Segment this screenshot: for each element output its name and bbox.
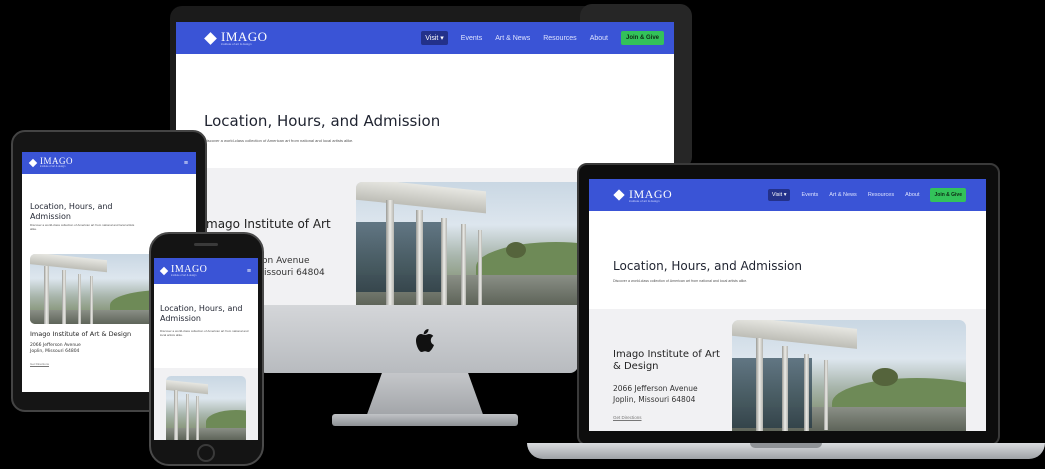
join-give-button[interactable]: Join & Give — [930, 188, 966, 202]
nav-art-news[interactable]: Art & News — [829, 192, 857, 198]
institute-name-line-1: Imago Institute of Art — [613, 349, 720, 360]
join-give-button[interactable]: Join & Give — [620, 31, 664, 45]
building-photo — [356, 182, 586, 305]
nav-about[interactable]: About — [590, 35, 608, 42]
page-desc: Discover a world-class collection of Ame… — [613, 279, 748, 283]
hamburger-icon[interactable]: ≡ — [184, 160, 188, 167]
nav-art-news[interactable]: Art & News — [495, 35, 530, 42]
page-title: Location, Hours, and Admission — [30, 202, 113, 221]
institute-name-line-2: & Design — [613, 361, 659, 372]
hamburger-icon[interactable]: ≡ — [247, 268, 251, 275]
apple-icon — [414, 328, 436, 354]
building-photo — [166, 376, 246, 440]
directions-link[interactable]: Get Directions — [30, 362, 49, 366]
tablet-logo[interactable]: IMAGO institute of art & design — [28, 157, 73, 169]
page-title: Location, Hours, and Admission — [613, 259, 802, 273]
laptop-screen: IMAGO institute of art & design Visit ▾ E… — [589, 179, 986, 431]
directions-link[interactable]: Get Directions — [613, 415, 642, 420]
nav-events[interactable]: Events — [461, 35, 482, 42]
imac-logo[interactable]: IMAGO institute of art & design — [204, 30, 268, 46]
nav-events[interactable]: Events — [801, 192, 818, 198]
nav-visit[interactable]: Visit ▾ — [767, 189, 791, 201]
address-line-1: on Avenue — [262, 256, 310, 266]
laptop-nav: IMAGO institute of art & design Visit ▾ E… — [589, 179, 986, 211]
nav-resources[interactable]: Resources — [543, 35, 576, 42]
page-title: Location, Hours, and Admission — [160, 304, 243, 323]
page-desc: Discover a world-class collection of Ame… — [204, 138, 354, 143]
nav-visit[interactable]: Visit ▾ — [421, 31, 448, 45]
institute-name: Imago Institute of Art & Design — [613, 349, 720, 373]
address-line-2: issouri 64804 — [264, 268, 325, 278]
building-photo — [732, 320, 966, 431]
tablet-nav: IMAGO institute of art & design ≡ — [22, 152, 196, 174]
address-line-2: Joplin, Missouri 64804 — [30, 349, 80, 354]
laptop-logo[interactable]: IMAGO institute of art & design — [613, 188, 672, 203]
page-title: Location, Hours, and Admission — [204, 112, 441, 130]
page-desc: Discover a world-class collection of Ame… — [30, 223, 135, 231]
institute-name: mago Institute of Art — [206, 217, 331, 231]
phone-speaker — [194, 243, 218, 246]
laptop-notch — [750, 443, 822, 448]
imac-nav: IMAGO institute of art & design Visit ▾ E… — [176, 22, 674, 54]
phone-screen: IMAGO institute of art & design ≡ Locatio… — [154, 258, 258, 440]
nav-resources[interactable]: Resources — [868, 192, 894, 198]
institute-name: Imago Institute of Art & Design — [30, 330, 132, 338]
address-line-1: 2066 Jefferson Avenue — [613, 384, 698, 393]
address-line-1: 2066 Jefferson Avenue — [30, 343, 81, 348]
nav-about[interactable]: About — [905, 192, 919, 198]
phone-nav: IMAGO institute of art & design ≡ — [154, 258, 258, 284]
page-desc: Discover a world-class collection of Ame… — [160, 329, 249, 337]
address-line-2: Joplin, Missouri 64804 — [613, 395, 696, 404]
phone-home-button[interactable] — [197, 444, 215, 462]
phone-logo[interactable]: IMAGO institute of art & design — [159, 264, 207, 278]
